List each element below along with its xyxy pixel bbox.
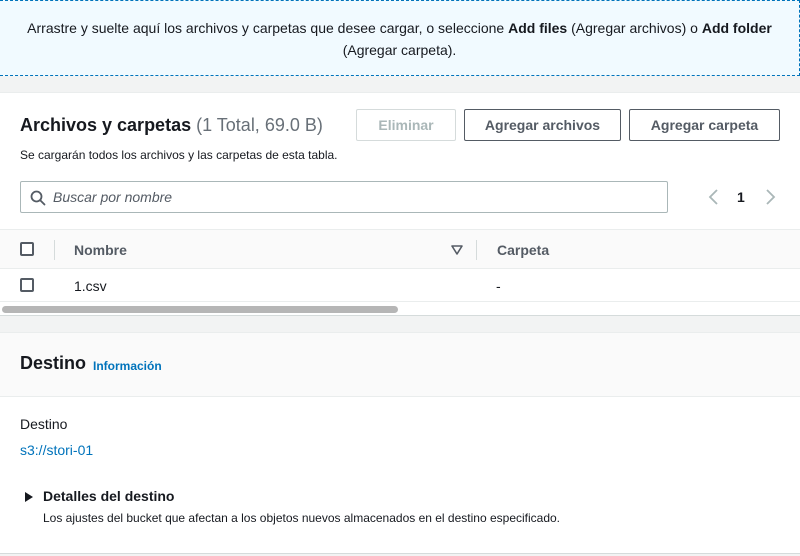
upload-dropzone[interactable]: Arrastre y suelte aquí los archivos y ca… [0,0,800,76]
files-title: Archivos y carpetas (1 Total, 69.0 B) [20,115,323,136]
select-all-checkbox[interactable] [20,242,34,256]
files-description: Se cargarán todos los archivos y las car… [20,148,338,162]
row-file-name: 1.csv [74,278,107,294]
info-link[interactable]: Información [93,359,162,373]
add-files-button[interactable]: Agregar archivos [464,109,621,141]
search-box [20,181,668,213]
search-input[interactable] [53,182,653,212]
page-number[interactable]: 1 [737,189,745,205]
dropzone-add-files-text: Add files [508,20,568,36]
files-count: (1 Total, 69.0 B) [196,115,323,135]
destination-title: Destino [20,353,87,373]
destination-header: Destino Información [0,333,800,397]
search-icon [30,190,46,206]
dropzone-text: Arrastre y suelte aquí los archivos y ca… [27,20,509,36]
dropzone-add-files-translation: (Agregar archivos) o [567,20,702,36]
chevron-right-icon[interactable] [762,188,778,206]
destination-panel: Destino Información Destino s3://stori-0… [0,332,800,554]
horizontal-scrollbar[interactable] [0,303,800,315]
files-title-text: Archivos y carpetas [20,115,192,135]
row-checkbox[interactable] [20,278,34,292]
scrollbar-thumb[interactable] [2,306,398,313]
destination-uri-link[interactable]: s3://stori-01 [20,442,93,458]
column-separator [54,240,55,260]
destination-details-title: Detalles del destino [43,488,175,504]
delete-button[interactable]: Eliminar [356,109,456,141]
column-header-name[interactable]: Nombre [74,242,127,258]
sort-down-icon[interactable] [450,243,464,257]
dropzone-add-folder-text: Add folder [701,20,772,36]
table-header: Nombre Carpeta [0,229,800,269]
files-panel: Archivos y carpetas (1 Total, 69.0 B) Se… [0,92,800,316]
caret-right-icon [25,492,33,502]
chevron-left-icon[interactable] [706,188,722,206]
destination-label: Destino [20,416,68,432]
dropzone-add-folder-translation: (Agregar carpeta). [342,42,457,58]
destination-details-description: Los ajustes del bucket que afectan a los… [43,511,561,525]
row-folder: - [496,278,501,294]
table-row[interactable]: 1.csv - [0,269,800,302]
column-header-folder[interactable]: Carpeta [497,242,549,258]
column-resizer[interactable] [476,240,477,260]
add-folder-button[interactable]: Agregar carpeta [629,109,780,141]
